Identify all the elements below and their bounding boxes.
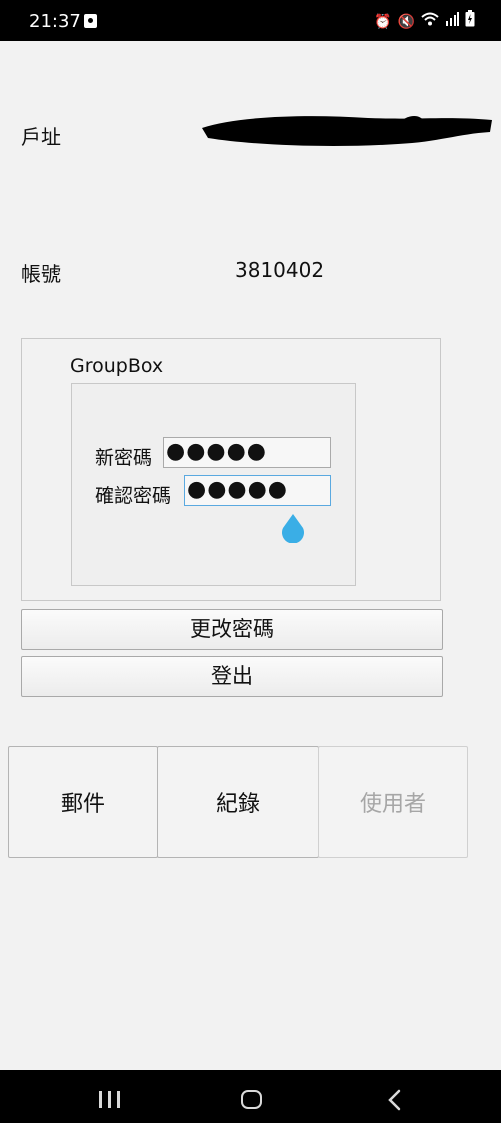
status-time: 21:37: [29, 11, 81, 32]
status-icons: ⏰ 🔇: [374, 10, 475, 33]
notification-icon: [84, 14, 97, 28]
tab-users-label: 使用者: [359, 792, 426, 817]
mute-icon: 🔇: [397, 13, 415, 30]
tab-records-label: 紀錄: [215, 792, 260, 817]
tab-mail[interactable]: 郵件: [8, 746, 158, 858]
tab-records[interactable]: 紀錄: [157, 746, 319, 858]
new-password-field[interactable]: ●●●●●: [163, 437, 331, 468]
signal-icon: [445, 11, 459, 32]
back-icon[interactable]: [386, 1089, 402, 1111]
redacted-address: [202, 115, 492, 146]
alarm-icon: ⏰: [374, 13, 392, 30]
groupbox-title: GroupBox: [70, 355, 164, 377]
status-bar: 21:37 ⏰ 🔇: [0, 0, 501, 41]
navigation-bar: [0, 1070, 501, 1123]
battery-icon: [465, 10, 475, 33]
confirm-password-field[interactable]: ●●●●●: [184, 475, 331, 506]
tab-users: 使用者: [318, 746, 468, 858]
logout-button[interactable]: 登出: [21, 656, 443, 697]
tab-mail-label: 郵件: [60, 792, 105, 817]
change-password-button[interactable]: 更改密碼: [21, 609, 443, 650]
confirm-password-label: 確認密碼: [95, 485, 172, 507]
recent-apps-icon[interactable]: [99, 1091, 121, 1108]
wifi-icon: [421, 12, 439, 32]
address-label: 戶址: [21, 125, 61, 149]
home-icon[interactable]: [241, 1090, 262, 1109]
text-cursor-handle-icon[interactable]: [281, 514, 305, 543]
new-password-label: 新密碼: [95, 447, 153, 469]
account-value: 3810402: [235, 258, 325, 282]
account-label: 帳號: [21, 262, 61, 286]
